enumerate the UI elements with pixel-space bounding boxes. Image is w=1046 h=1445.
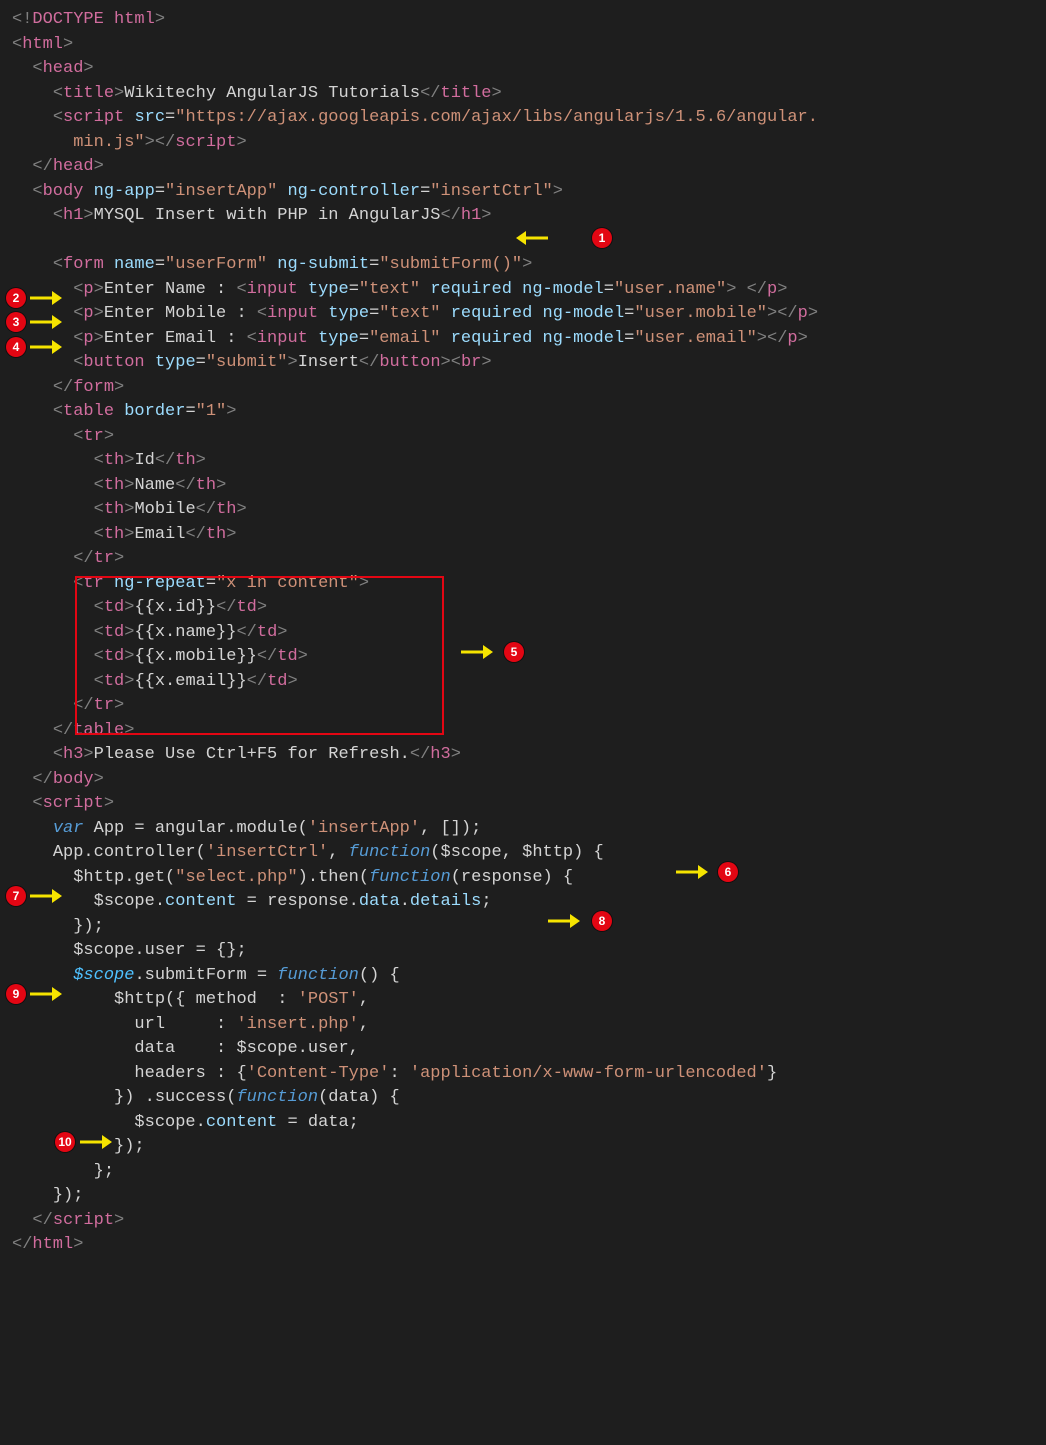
code-block: <!DOCTYPE html> <html> <head> <title>Wik…	[12, 8, 1034, 1258]
doctype: DOCTYPE html	[32, 10, 154, 29]
